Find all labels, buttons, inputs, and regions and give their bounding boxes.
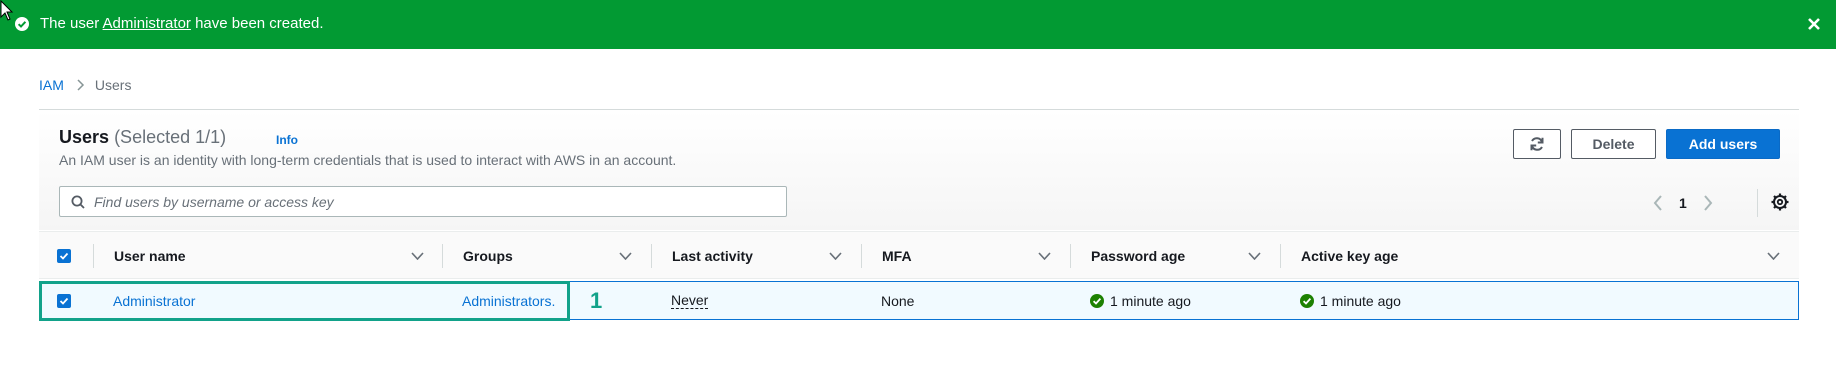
column-header-user-name[interactable]: User name — [114, 232, 186, 280]
pagination: 1 — [1653, 193, 1713, 213]
column-header-label: Active key age — [1301, 248, 1399, 264]
password-age-cell: 1 minute ago — [1090, 282, 1191, 319]
gear-icon[interactable] — [1770, 192, 1790, 212]
success-flash-banner: The user Administrator have been created… — [0, 0, 1836, 49]
select-all-cell — [57, 232, 71, 280]
delete-button[interactable]: Delete — [1571, 129, 1656, 159]
search-field[interactable] — [59, 186, 787, 217]
status-ok-icon — [1300, 293, 1314, 308]
title-text: Users — [59, 127, 110, 147]
refresh-button[interactable] — [1513, 129, 1561, 159]
chevron-right-icon[interactable] — [1703, 195, 1713, 211]
mfa-cell: None — [881, 282, 914, 319]
password-age-value: 1 minute ago — [1110, 292, 1191, 309]
flash-message-prefix: The user — [40, 15, 103, 32]
mouse-pointer-icon — [0, 0, 14, 27]
sort-caret-icon[interactable] — [411, 232, 424, 280]
search-input[interactable] — [94, 193, 774, 210]
column-header-groups[interactable]: Groups — [463, 232, 513, 280]
column-divider — [442, 244, 443, 268]
chevron-right-icon — [77, 79, 85, 91]
table-row[interactable]: Administrator Administrators. Never None… — [39, 281, 1799, 320]
column-header-mfa[interactable]: MFA — [882, 232, 912, 280]
breadcrumb-iam-link[interactable]: IAM — [39, 77, 64, 93]
selection-counter: (Selected 1/1) — [114, 127, 227, 147]
add-users-button[interactable]: Add users — [1666, 129, 1780, 159]
active-key-age-cell: 1 minute ago — [1300, 282, 1401, 319]
mfa-value: None — [881, 292, 915, 309]
user-name-link[interactable]: Administrator — [113, 293, 195, 309]
sort-caret-icon[interactable] — [1767, 232, 1780, 280]
success-check-icon — [14, 16, 30, 36]
last-activity-cell: Never — [671, 282, 709, 319]
column-header-label: MFA — [882, 248, 912, 264]
sort-caret-icon[interactable] — [1038, 232, 1051, 280]
column-header-password-age[interactable]: Password age — [1091, 232, 1185, 280]
column-divider — [651, 244, 652, 268]
chevron-left-icon[interactable] — [1653, 195, 1663, 211]
sort-caret-icon[interactable] — [1248, 232, 1261, 280]
refresh-icon — [1529, 136, 1545, 152]
column-header-label: User name — [114, 248, 186, 264]
column-divider — [1280, 244, 1281, 268]
column-header-last-activity[interactable]: Last activity — [672, 232, 753, 280]
annotation-step-number: 1 — [590, 288, 603, 313]
column-divider — [861, 244, 862, 268]
info-link[interactable]: Info — [276, 133, 298, 147]
groups-link[interactable]: Administrators. — [462, 293, 555, 309]
select-all-checkbox[interactable] — [57, 249, 71, 263]
users-table-panel: Users (Selected 1/1) Info An IAM user is… — [39, 109, 1799, 321]
active-key-age-value: 1 minute ago — [1320, 292, 1401, 309]
column-header-label: Password age — [1091, 248, 1186, 264]
panel-description: An IAM user is an identity with long-ter… — [59, 152, 677, 168]
column-header-label: Groups — [463, 248, 513, 264]
table-header: User name Groups Last activity MFA Passw… — [39, 231, 1799, 279]
pager-divider — [1757, 189, 1758, 217]
column-divider — [93, 244, 94, 268]
groups-cell: Administrators. — [462, 282, 555, 319]
status-ok-icon — [1090, 293, 1104, 308]
panel-header: Users (Selected 1/1) Info An IAM user is… — [39, 110, 1799, 230]
close-icon[interactable] — [1804, 14, 1824, 34]
search-icon — [71, 195, 85, 209]
sort-caret-icon[interactable] — [619, 232, 632, 280]
last-activity-value[interactable]: Never — [671, 292, 709, 309]
breadcrumb: IAM Users — [39, 77, 131, 93]
user-name-cell: Administrator — [113, 282, 195, 319]
row-select-cell — [57, 282, 71, 319]
row-select-checkbox[interactable] — [57, 293, 71, 308]
column-header-active-key-age[interactable]: Active key age — [1301, 232, 1398, 280]
breadcrumb-current: Users — [94, 77, 132, 93]
flash-message-suffix: have been created. — [190, 15, 324, 32]
flash-message: The user Administrator have been created… — [40, 15, 324, 32]
page-title: Users (Selected 1/1) — [59, 127, 226, 148]
sort-caret-icon[interactable] — [829, 232, 842, 280]
column-header-label: Last activity — [672, 248, 753, 264]
flash-user-link[interactable]: Administrator — [103, 15, 191, 32]
column-divider — [1070, 244, 1071, 268]
page-number[interactable]: 1 — [1679, 195, 1687, 211]
